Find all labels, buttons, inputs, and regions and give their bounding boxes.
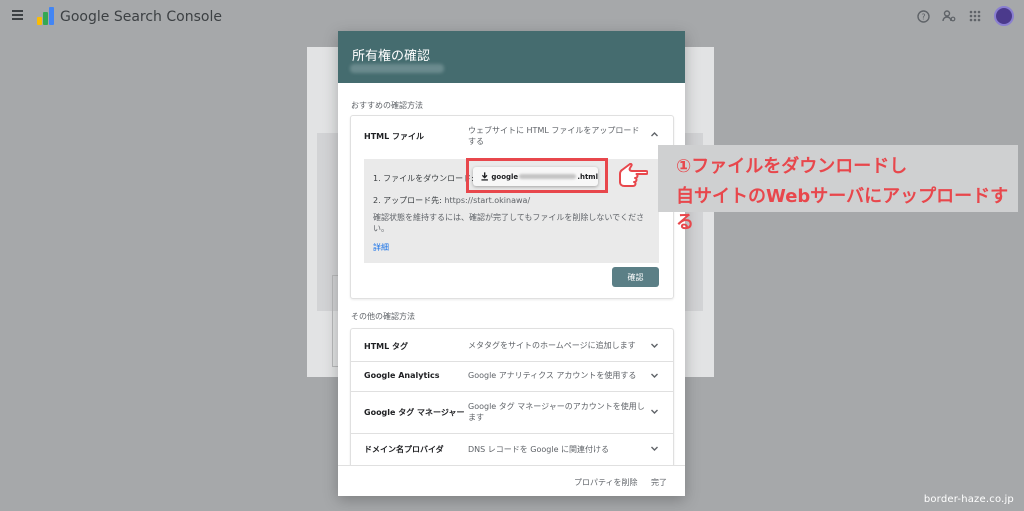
site-watermark: border-haze.co.jp	[923, 494, 1014, 505]
other-methods-label: その他の確認方法	[351, 312, 415, 321]
html-file-method-card: HTML ファイル ウェブサイトに HTML ファイルをアップロードする 1. …	[350, 115, 674, 299]
chevron-down-icon[interactable]	[650, 341, 659, 350]
step1-label: 1. ファイルをダウンロード:	[373, 174, 474, 183]
html-file-description: ウェブサイトに HTML ファイルをアップロードする	[468, 126, 640, 146]
step2: 2. アップロード先: https://start.okinawa/	[373, 195, 530, 206]
divider	[351, 433, 673, 434]
chevron-down-icon[interactable]	[650, 407, 659, 416]
chevron-down-icon[interactable]	[650, 444, 659, 453]
dialog-title: 所有権の確認	[352, 49, 431, 64]
dialog-body: おすすめの確認方法 HTML ファイル ウェブサイトに HTML ファイルをアッ…	[338, 83, 685, 465]
dialog-header: 所有権の確認	[338, 31, 685, 83]
keep-file-note: 確認状態を維持するには、確認が完了してもファイルを削除しないでください。	[373, 213, 645, 233]
chevron-up-icon[interactable]	[650, 130, 659, 139]
details-link[interactable]: 詳細	[373, 242, 389, 253]
remove-property-button[interactable]: プロパティを削除	[574, 477, 638, 488]
verify-button[interactable]: 確認	[612, 267, 659, 287]
menu-icon[interactable]	[12, 10, 23, 20]
recommended-method-label: おすすめの確認方法	[351, 101, 423, 110]
dialog-footer: プロパティを削除 完了	[338, 465, 685, 496]
chevron-down-icon[interactable]	[650, 371, 659, 380]
method-title: ドメイン名プロバイダ	[364, 445, 444, 454]
manage-account-icon[interactable]	[942, 9, 956, 23]
app-title: Google Search Console	[60, 9, 222, 25]
step2-label: 2. アップロード先:	[373, 196, 442, 205]
apps-grid-icon[interactable]	[968, 9, 982, 23]
method-description: Google タグ マネージャーのアカウントを使用します	[468, 402, 645, 422]
download-highlight-box	[466, 158, 608, 193]
ownership-verification-dialog: 所有権の確認 おすすめの確認方法 HTML ファイル ウェブサイトに HTML …	[338, 31, 685, 496]
method-description: DNS レコードを Google に関連付ける	[468, 445, 610, 454]
property-url-redacted	[350, 64, 444, 73]
annotation-line-2: 自サイトのWebサーバにアップロードする	[676, 186, 1009, 233]
method-description: Google アナリティクス アカウントを使用する	[468, 371, 637, 380]
search-console-logo	[37, 7, 54, 25]
html-file-title: HTML ファイル	[364, 132, 424, 141]
divider	[351, 361, 673, 362]
help-icon[interactable]: ?	[916, 9, 930, 23]
annotation-line-1: ①ファイルをダウンロードし	[676, 156, 908, 177]
divider	[351, 391, 673, 392]
upload-destination-url: https://start.okinawa/	[444, 196, 531, 205]
method-title: Google タグ マネージャー	[364, 408, 465, 417]
method-title: HTML タグ	[364, 342, 408, 351]
pointing-hand-icon	[619, 163, 648, 187]
method-title: Google Analytics	[364, 371, 440, 380]
other-methods-card: HTML タグ メタタグをサイトのホームページに追加します Google Ana…	[350, 328, 674, 465]
avatar[interactable]	[994, 6, 1014, 26]
method-description: メタタグをサイトのホームページに追加します	[468, 341, 636, 350]
annotation-box: ①ファイルをダウンロードし 自サイトのWebサーバにアップロードする	[658, 145, 1018, 233]
done-button[interactable]: 完了	[651, 477, 667, 488]
top-app-bar: Google Search Console ?	[0, 0, 1024, 34]
svg-text:?: ?	[921, 12, 925, 21]
